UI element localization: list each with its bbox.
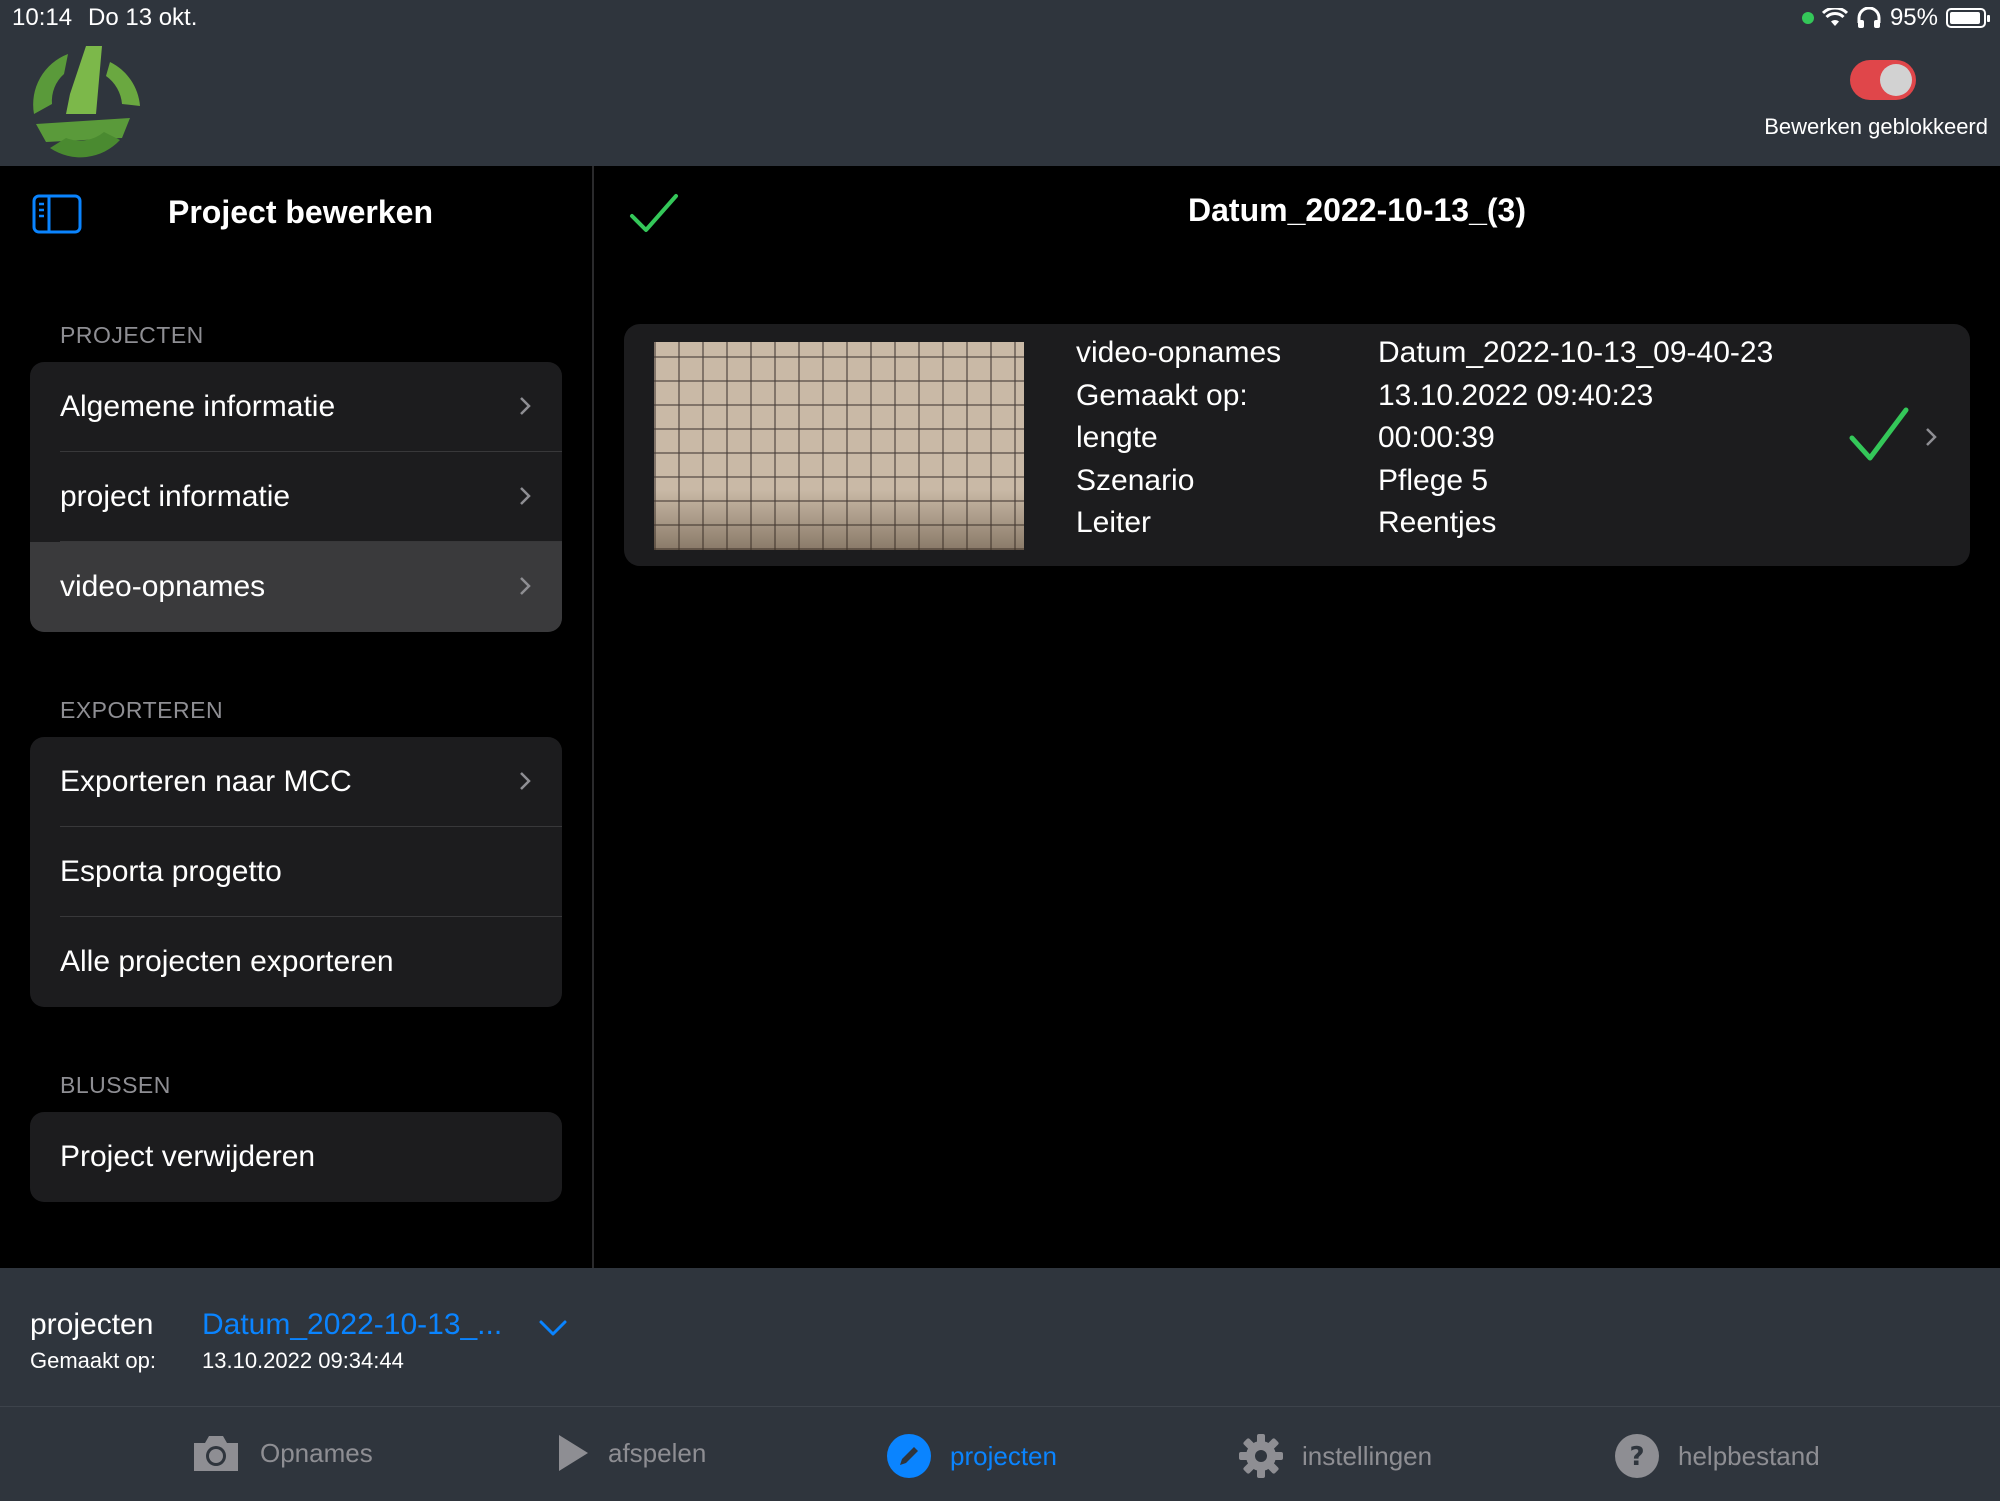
recording-value-created: 13.10.2022 09:40:23 [1378,379,1654,412]
help-icon: ? [1615,1434,1659,1478]
gear-icon [1239,1434,1283,1478]
chevron-right-icon [520,772,531,790]
tab-label: Opnames [260,1437,373,1468]
chevron-right-icon [520,397,531,415]
sidebar-item-label: Project verwijderen [60,1140,316,1173]
chevron-right-icon [1926,428,1937,446]
battery-icon [1946,8,1990,28]
status-time: 10:14 [12,4,73,31]
sidebar-item-label: Alle projecten exporteren [60,945,394,978]
camera-active-dot-icon [1801,12,1814,24]
headphones-icon [1857,7,1881,28]
recording-label-scenario: Szenario [1076,464,1195,497]
detail-title: Datum_2022-10-13_(3) [1188,192,1526,228]
section-header-blussen: BLUSSEN [60,1072,171,1098]
project-bar-label: projecten [30,1308,154,1341]
sidebar-toggle-icon[interactable] [32,194,82,234]
detail-pane: Datum_2022-10-13_(3) video-opnames Datum… [594,166,2000,1268]
edit-lock-toggle[interactable] [1850,60,1916,100]
battery-percentage: 95% [1889,4,1938,31]
recording-value-leader: Reentjes [1378,506,1497,539]
recording-value-length: 00:00:39 [1378,421,1495,454]
group-blussen: Project verwijderen [30,1112,562,1202]
section-header-exporteren: EXPORTEREN [60,697,224,723]
group-projecten: Algemene informatie project informatie v… [30,362,562,632]
sidebar-item-project-verwijderen[interactable]: Project verwijderen [30,1112,562,1202]
chevron-right-icon [520,577,531,595]
tab-label: helpbestand [1678,1440,1820,1471]
recording-value-scenario: Pflege 5 [1378,464,1489,497]
sidebar-item-alle-projecten-exporteren[interactable]: Alle projecten exporteren [30,917,562,1007]
sidebar-item-label: Esporta progetto [60,855,282,888]
sidebar-item-esporta-progetto[interactable]: Esporta progetto [30,827,562,917]
app-header: 10:14 Do 13 okt. 95% Bewerken geblokkeer… [0,0,2000,166]
chevron-down-icon[interactable] [538,1318,568,1338]
project-selector[interactable]: Datum_2022-10-13_... [202,1308,502,1342]
tab-label: instellingen [1302,1440,1433,1471]
recording-card[interactable]: video-opnames Datum_2022-10-13_09-40-23 … [624,324,1970,566]
sidebar-item-algemene-informatie[interactable]: Algemene informatie [30,362,562,452]
recording-value-name: Datum_2022-10-13_09-40-23 [1378,336,1774,369]
edit-lock-label: Bewerken geblokkeerd [1764,114,1988,139]
recording-label-leader: Leiter [1076,506,1152,539]
group-exporteren: Exporteren naar MCC Esporta progetto All… [30,737,562,1007]
status-indicators: 95% [1801,4,1990,32]
camera-icon [194,1436,238,1471]
sidebar-item-exporteren-naar-mcc[interactable]: Exporteren naar MCC [30,737,562,827]
tab-instellingen[interactable]: instellingen [1238,1433,1432,1479]
tab-projecten[interactable]: projecten [886,1433,1057,1479]
app-logo [33,46,140,158]
sidebar-item-label: Exporteren naar MCC [60,765,352,798]
sidebar-title: Project bewerken [168,194,433,230]
section-header-projecten: PROJECTEN [60,322,204,348]
video-thumbnail [654,342,1024,550]
tab-label: projecten [950,1440,1057,1471]
recording-label-name: video-opnames [1076,336,1282,369]
sidebar-item-project-informatie[interactable]: project informatie [30,452,562,542]
tab-bar: Opnames afspelen projecten instellingen … [0,1406,2000,1501]
sidebar-item-video-opnames[interactable]: video-opnames [30,542,562,632]
tab-opnames[interactable]: Opnames [190,1433,373,1473]
wifi-icon [1821,8,1848,26]
svg-text:?: ? [1629,1442,1644,1472]
tab-helpbestand[interactable]: ? helpbestand [1614,1433,1820,1479]
sidebar-item-label: Algemene informatie [60,390,336,423]
sidebar-item-label: project informatie [60,480,291,513]
project-created-value: 13.10.2022 09:34:44 [202,1348,404,1373]
current-project-bar: projecten Gemaakt op: Datum_2022-10-13_.… [0,1268,2000,1406]
sidebar: Project bewerken PROJECTEN Algemene info… [0,166,594,1268]
tab-afspelen[interactable]: afspelen [556,1433,706,1473]
recording-label-length: lengte [1076,421,1158,454]
sidebar-item-label: video-opnames [60,570,266,603]
pencil-icon [887,1434,931,1478]
tab-label: afspelen [608,1437,707,1468]
status-date: Do 13 okt. [88,4,198,31]
project-created-label: Gemaakt op: [30,1348,156,1373]
recording-label-created: Gemaakt op: [1076,379,1248,412]
chevron-right-icon [520,487,531,505]
recording-selected-checkmark-icon [1849,407,1909,461]
play-icon [559,1435,588,1471]
